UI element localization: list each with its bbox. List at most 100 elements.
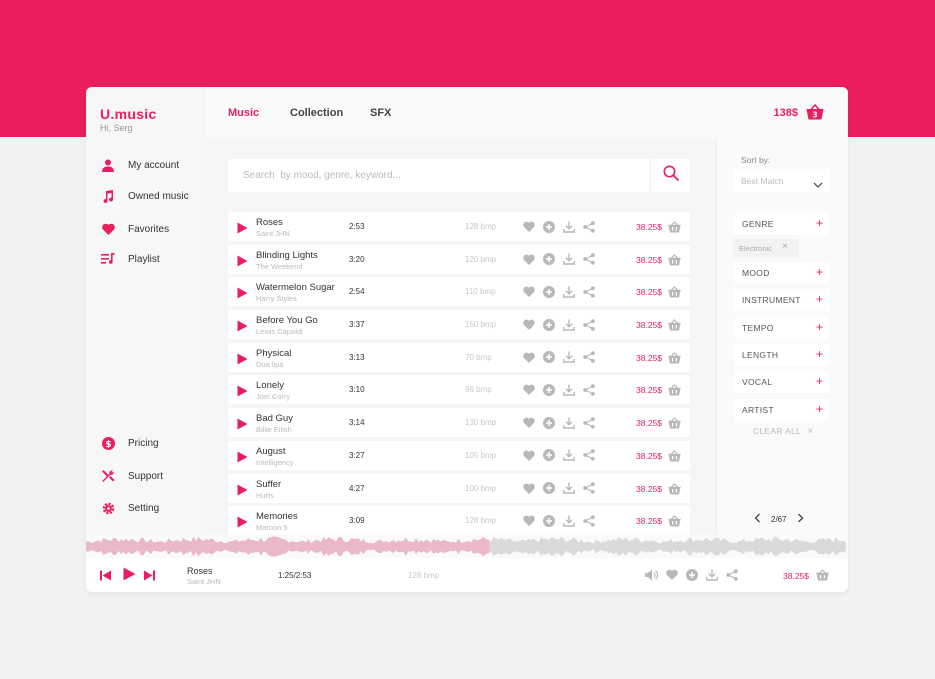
basket-icon[interactable] [668, 285, 681, 298]
table-row[interactable]: Roses Saint JHN 2:53 128 bmp 38.25$ [228, 212, 690, 241]
heart-icon[interactable] [522, 416, 535, 429]
download-icon[interactable] [562, 220, 575, 233]
tab-collection[interactable]: Collection [290, 107, 343, 119]
close-icon[interactable]: × [782, 242, 788, 252]
add-icon[interactable] [542, 318, 555, 331]
basket-icon[interactable] [668, 351, 681, 364]
waveform-scrubber[interactable] [86, 535, 848, 558]
add-icon[interactable] [542, 514, 555, 527]
share-icon[interactable] [725, 568, 738, 581]
sidebar-item-my-account[interactable]: My account [100, 155, 179, 175]
filter-mood[interactable]: MOOD + [734, 262, 829, 284]
heart-icon[interactable] [522, 383, 535, 396]
download-icon[interactable] [562, 383, 575, 396]
tab-sfx[interactable]: SFX [370, 107, 391, 119]
table-row[interactable]: Bad Guy Billie Eilish 3:14 130 bmp 38.25$ [228, 408, 690, 438]
download-icon[interactable] [705, 568, 718, 581]
play-icon[interactable] [237, 417, 248, 430]
table-row[interactable]: Physical Dua lipa 3:13 70 bmp 38.25$ [228, 342, 690, 372]
filter-genre[interactable]: GENRE + [734, 213, 829, 235]
sidebar-item-favorites[interactable]: Favorites [100, 219, 169, 239]
brand-logo[interactable]: U.music [100, 106, 157, 122]
download-icon[interactable] [562, 482, 575, 495]
filter-tempo[interactable]: TEMPO + [734, 317, 829, 339]
sidebar-item-playlist[interactable]: Playlist [100, 249, 160, 269]
add-icon[interactable] [542, 220, 555, 233]
share-icon[interactable] [582, 285, 595, 298]
filter-artist[interactable]: ARTIST + [734, 399, 829, 421]
filter-instrument[interactable]: INSTRUMENT + [734, 289, 829, 311]
heart-icon[interactable] [522, 482, 535, 495]
next-icon[interactable] [144, 568, 155, 586]
sidebar-item-support[interactable]: Support [100, 466, 163, 486]
play-icon[interactable] [123, 567, 136, 586]
download-icon[interactable] [562, 285, 575, 298]
table-row[interactable]: Watermelon Sugar Harry Styles 2:54 110 bmp 3… [228, 277, 690, 307]
add-icon[interactable] [542, 285, 555, 298]
search-button[interactable] [650, 159, 690, 192]
play-icon[interactable] [237, 286, 248, 299]
basket-icon[interactable] [668, 253, 681, 266]
cart-basket-icon[interactable]: 3 [806, 103, 824, 120]
download-icon[interactable] [562, 514, 575, 527]
share-icon[interactable] [582, 482, 595, 495]
share-icon[interactable] [582, 318, 595, 331]
heart-icon[interactable] [522, 318, 535, 331]
basket-icon[interactable] [668, 416, 681, 429]
share-icon[interactable] [582, 449, 595, 462]
play-icon[interactable] [237, 515, 248, 528]
add-icon[interactable] [542, 449, 555, 462]
heart-icon[interactable] [522, 351, 535, 364]
play-icon[interactable] [237, 450, 248, 463]
add-icon[interactable] [685, 568, 698, 581]
filter-vocal[interactable]: VOCAL + [734, 371, 829, 393]
table-row[interactable]: Blinding Lights The Weekend 3:20 120 bmp 38.… [228, 244, 690, 274]
heart-icon[interactable] [522, 253, 535, 266]
play-icon[interactable] [237, 384, 248, 397]
play-icon[interactable] [237, 483, 248, 495]
sort-select[interactable]: Best Match [734, 169, 829, 192]
sidebar-item-pricing[interactable]: $ Pricing [100, 433, 159, 453]
add-icon[interactable] [542, 351, 555, 364]
heart-icon[interactable] [522, 285, 535, 298]
chevron-left-icon[interactable] [754, 510, 761, 528]
sidebar-item-setting[interactable]: Setting [100, 498, 159, 518]
basket-icon[interactable] [668, 514, 681, 527]
basket-icon[interactable] [816, 568, 829, 586]
share-icon[interactable] [582, 383, 595, 396]
basket-icon[interactable] [668, 482, 681, 494]
add-icon[interactable] [542, 482, 555, 495]
filter-length[interactable]: LENGTH + [734, 344, 829, 366]
add-icon[interactable] [542, 383, 555, 396]
heart-icon[interactable] [522, 449, 535, 462]
table-row[interactable]: Suffer Hurts 4:27 100 bmp 38.25$ [228, 473, 690, 503]
add-icon[interactable] [542, 253, 555, 266]
heart-icon[interactable] [522, 220, 535, 233]
search-input[interactable] [228, 159, 648, 192]
share-icon[interactable] [582, 514, 595, 527]
basket-icon[interactable] [668, 449, 681, 462]
download-icon[interactable] [562, 351, 575, 364]
basket-icon[interactable] [668, 318, 681, 331]
volume-icon[interactable] [645, 568, 658, 581]
cart-total[interactable]: 138$ [774, 107, 798, 119]
play-icon[interactable] [237, 319, 248, 332]
basket-icon[interactable] [668, 220, 681, 233]
play-icon[interactable] [237, 221, 248, 234]
heart-icon[interactable] [522, 514, 535, 527]
clear-all-button[interactable]: CLEAR ALL × [753, 426, 814, 437]
download-icon[interactable] [562, 318, 575, 331]
table-row[interactable]: Memories Maroon 5 3:09 128 bmp 38.25$ [228, 506, 690, 536]
download-icon[interactable] [562, 449, 575, 462]
add-icon[interactable] [542, 416, 555, 429]
share-icon[interactable] [582, 416, 595, 429]
table-row[interactable]: Before You Go Lewis Capaldi 3:37 150 bmp 38.… [228, 310, 690, 340]
table-row[interactable]: August Intelligency 3:27 105 bmp 38.25$ [228, 440, 690, 470]
share-icon[interactable] [582, 253, 595, 266]
download-icon[interactable] [562, 416, 575, 429]
tab-music[interactable]: Music [228, 107, 259, 119]
basket-icon[interactable] [668, 383, 681, 396]
share-icon[interactable] [582, 351, 595, 364]
share-icon[interactable] [582, 220, 595, 233]
play-icon[interactable] [237, 254, 248, 267]
